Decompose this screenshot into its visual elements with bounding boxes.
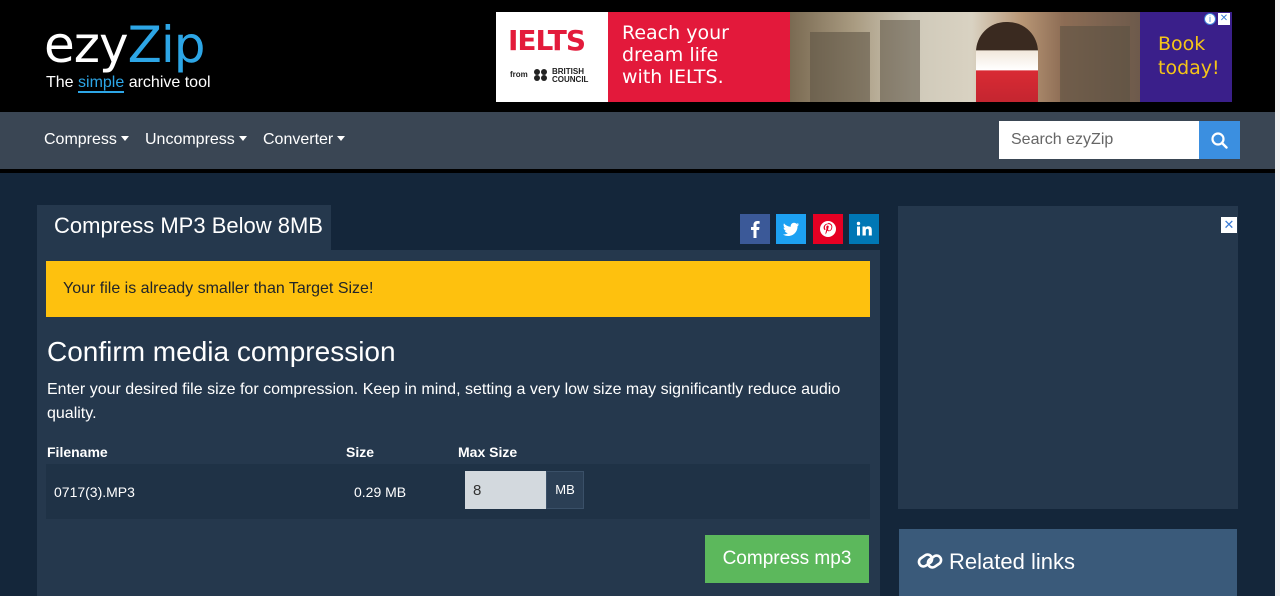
photo-building [1060, 26, 1130, 102]
tagline-pre: The [46, 74, 79, 91]
col-header-max-size: Max Size [458, 444, 518, 460]
compress-mp3-button[interactable]: Compress mp3 [705, 535, 869, 583]
nav-compress-dropdown[interactable]: Compress [44, 131, 129, 149]
ad-banner[interactable]: IELTS from BRITISH COUNCIL Reach your dr… [496, 12, 1232, 102]
ad-headline-line2: dream life [622, 44, 719, 66]
pinterest-icon [813, 214, 843, 244]
related-links-panel: Related links [899, 529, 1237, 596]
sidebar-ad-close-icon[interactable]: ✕ [1221, 217, 1237, 233]
facebook-share-button[interactable] [740, 214, 770, 244]
nav-uncompress-label: Uncompress [145, 131, 235, 148]
ad-close-icon[interactable]: ✕ [1218, 13, 1230, 25]
cell-filename: 0717(3).MP3 [54, 484, 135, 500]
ad-headline-line1: Reach your [622, 22, 729, 44]
ezyzip-logo[interactable]: ezyZip The simple archive tool [44, 16, 211, 93]
search-button[interactable] [1199, 121, 1240, 159]
british-council-dots-icon [534, 69, 548, 81]
ad-ielts-logo: IELTS from BRITISH COUNCIL [496, 12, 608, 102]
logo-wordmark: ezyZip [44, 16, 205, 74]
linkedin-icon [849, 214, 879, 244]
twitter-share-button[interactable] [776, 214, 806, 244]
linkedin-share-button[interactable] [849, 214, 879, 244]
photo-building [880, 20, 920, 102]
max-size-input[interactable] [465, 471, 546, 509]
logo-tagline: The simple archive tool [46, 74, 211, 93]
related-links-title: Related links [949, 549, 1075, 574]
logo-accent: Zip [127, 16, 206, 74]
cell-size: 0.29 MB [354, 484, 407, 500]
panel-tab: Compress MP3 Below 8MB [37, 205, 331, 250]
pinterest-share-button[interactable] [813, 214, 843, 244]
photo-person [976, 22, 1038, 102]
tagline-post: archive tool [124, 74, 211, 91]
page-title: Compress MP3 Below 8MB [54, 213, 323, 238]
nav-converter-dropdown[interactable]: Converter [263, 131, 346, 149]
ielts-word: IELTS [508, 24, 586, 57]
compress-panel: Compress MP3 Below 8MB Your file is alre… [37, 205, 880, 596]
col-header-size: Size [346, 444, 375, 460]
caret-down-icon [120, 136, 129, 141]
col-header-filename: Filename [47, 444, 108, 460]
sidebar-ad[interactable]: ✕ [898, 206, 1238, 509]
nav-uncompress-dropdown[interactable]: Uncompress [145, 131, 247, 149]
photo-building [810, 32, 870, 102]
unit-addon: MB [546, 471, 584, 509]
size-warning-alert: Your file is already smaller than Target… [46, 261, 870, 317]
main-navbar: Compress Uncompress Converter [0, 112, 1275, 173]
twitter-icon [776, 214, 806, 244]
ad-cta[interactable]: Book today! [1140, 12, 1232, 102]
search-icon [1211, 132, 1228, 149]
site-header: ezyZip The simple archive tool IELTS fro… [0, 0, 1280, 112]
nav-compress-label: Compress [44, 131, 117, 148]
facebook-icon [740, 214, 770, 244]
confirm-description: Enter your desired file size for compres… [47, 381, 841, 422]
ad-headline-line3: with IELTS. [622, 66, 724, 88]
link-icon [917, 553, 943, 569]
ad-info-icon[interactable]: i [1204, 13, 1216, 25]
british-council-label: BRITISH COUNCIL [552, 67, 589, 84]
caret-down-icon [238, 136, 247, 141]
ad-cta-line2: today! [1158, 57, 1220, 79]
ad-headline: Reach your dream life with IELTS. [608, 12, 790, 102]
logo-prefix: ezy [44, 16, 129, 74]
caret-down-icon [337, 136, 346, 141]
tagline-simple: simple [78, 74, 125, 93]
nav-converter-label: Converter [263, 131, 334, 148]
ielts-from: from [510, 70, 528, 79]
british-council-text: BRITISH COUNCIL [552, 67, 589, 84]
window-scrollbar[interactable] [1275, 0, 1280, 596]
search-input[interactable] [999, 121, 1199, 159]
confirm-heading: Confirm media compression [47, 336, 396, 367]
alert-text: Your file is already smaller than Target… [63, 280, 374, 297]
ad-photo [790, 12, 1140, 102]
ad-cta-line1: Book [1158, 33, 1206, 55]
table-row: 0717(3).MP3 0.29 MB MB [46, 464, 870, 519]
